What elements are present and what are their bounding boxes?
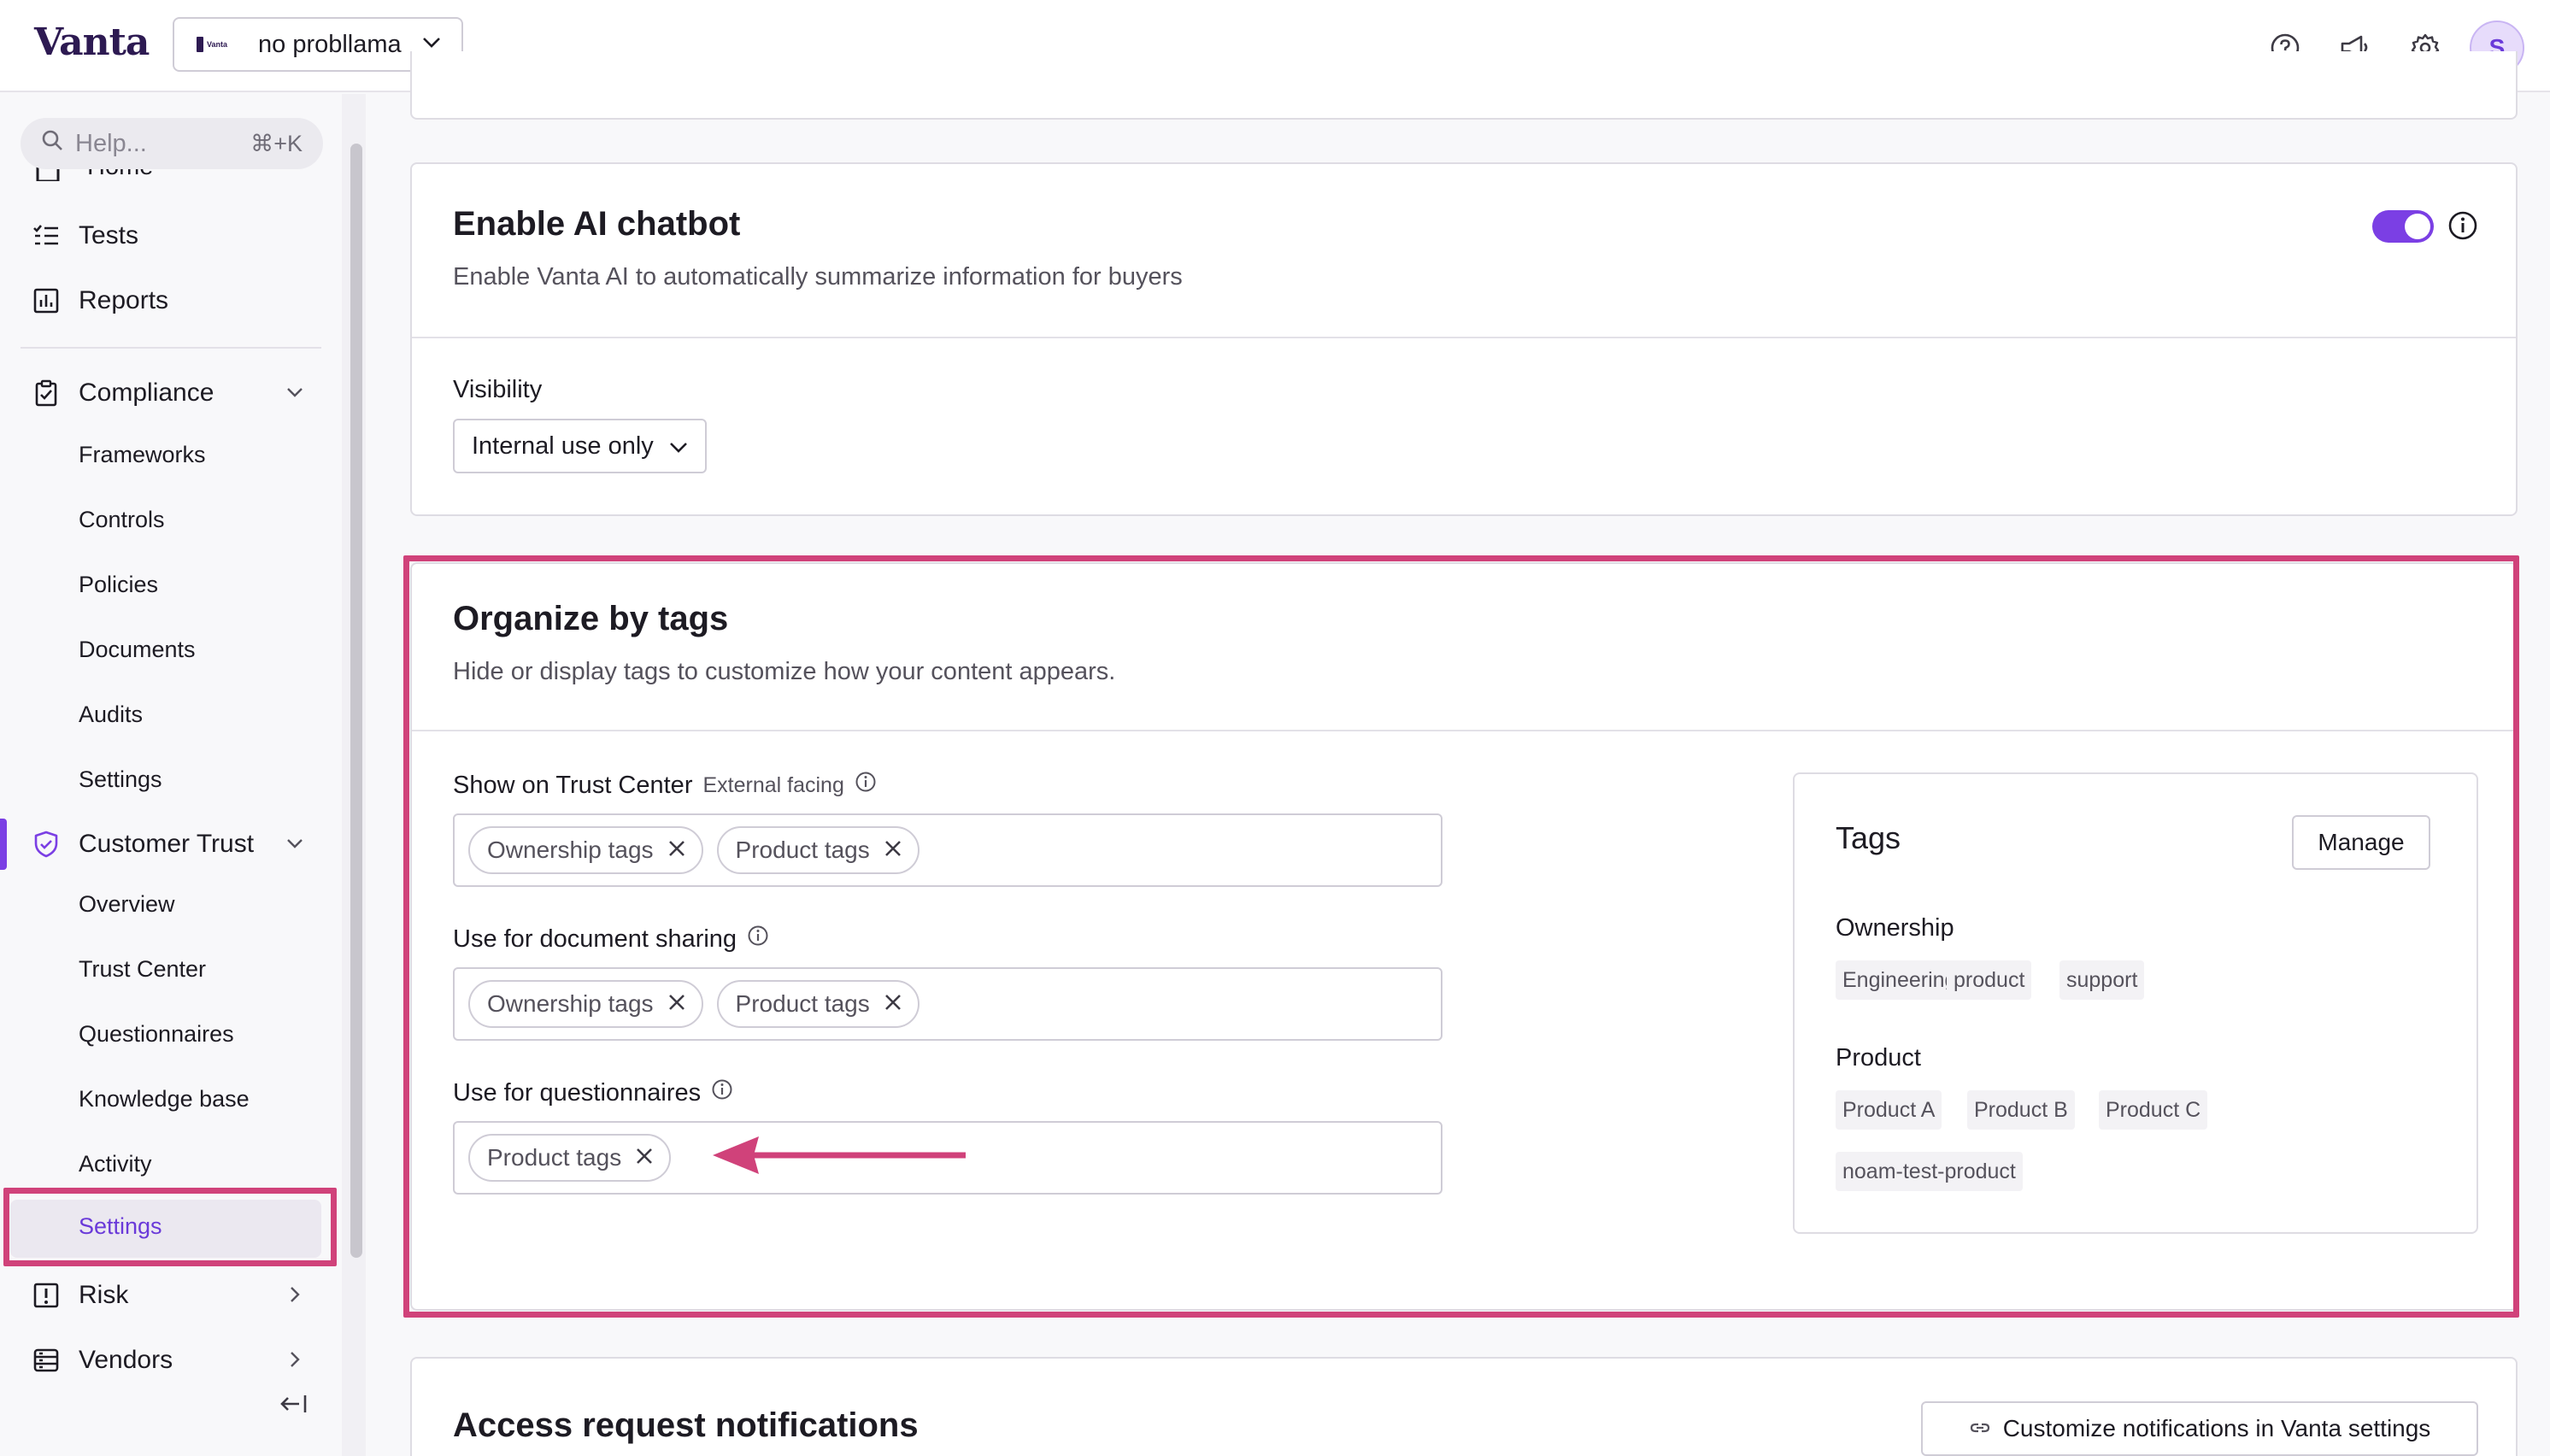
sidebar-item-controls[interactable]: Controls <box>0 494 342 545</box>
sidebar-item-activity[interactable]: Activity <box>0 1138 342 1189</box>
app-window: Vanta Vanta no probllama S Home Help... … <box>0 0 2550 1456</box>
sidebar-item-label: Documents <box>79 636 196 662</box>
help-search[interactable]: Help... ⌘+K <box>21 118 323 169</box>
report-chart-icon <box>32 287 60 314</box>
org-logo-text: Vanta <box>207 40 228 49</box>
ai-chatbot-subtitle: Enable Vanta AI to automatically summari… <box>453 263 1183 291</box>
org-logo: Vanta <box>197 34 244 55</box>
sidebar-item-overview[interactable]: Overview <box>0 878 342 930</box>
sidebar-item-label: Trust Center <box>79 955 207 982</box>
chevron-right-icon[interactable] <box>284 1348 306 1377</box>
sidebar-item-label: Reports <box>79 286 169 314</box>
chevron-right-icon[interactable] <box>284 1283 306 1312</box>
access-request-title: Access request notifications <box>453 1406 919 1444</box>
ai-chatbot-card: Enable AI chatbot Enable Vanta AI to aut… <box>410 162 2518 516</box>
org-name: no probllama <box>258 30 402 58</box>
visibility-label: Visibility <box>453 376 543 403</box>
sidebar-item-label: Audits <box>79 701 144 727</box>
sidebar-item-frameworks[interactable]: Frameworks <box>0 429 342 480</box>
card-divider <box>412 337 2516 338</box>
sidebar-item-documents[interactable]: Documents <box>0 624 342 675</box>
sidebar-item-label: Controls <box>79 506 165 532</box>
sidebar-item-compliance[interactable]: Compliance <box>0 367 342 419</box>
annotation-highlight-box <box>403 555 2519 1318</box>
annotation-highlight-box <box>3 1188 337 1266</box>
sidebar-scrollbar-thumb[interactable] <box>350 144 362 1258</box>
sidebar-item-audits[interactable]: Audits <box>0 689 342 740</box>
sidebar-item-compliance-settings[interactable]: Settings <box>0 754 342 805</box>
sidebar-item-trust-center[interactable]: Trust Center <box>0 943 342 995</box>
sidebar-item-label: Settings <box>79 766 162 792</box>
vanta-logo[interactable]: Vanta <box>34 21 150 64</box>
sidebar-item-questionnaires[interactable]: Questionnaires <box>0 1008 342 1060</box>
chevron-down-icon <box>669 432 688 461</box>
chevron-down-icon[interactable] <box>284 832 306 861</box>
previous-card <box>410 51 2518 120</box>
customize-notifications-button[interactable]: Customize notifications in Vanta setting… <box>1921 1401 2478 1456</box>
sidebar-item-label: Frameworks <box>79 441 206 467</box>
server-stack-icon <box>32 1347 60 1374</box>
sidebar-item-risk[interactable]: Risk <box>0 1270 342 1321</box>
link-icon <box>1969 1415 1991 1442</box>
access-request-card: Access request notifications Customize n… <box>410 1357 2518 1456</box>
sidebar-item-label: Questionnaires <box>79 1020 234 1047</box>
sidebar-item-tests[interactable]: Tests <box>0 210 342 261</box>
shield-check-icon <box>32 831 60 858</box>
sidebar: Home Help... ⌘+K Tests Reports Complianc… <box>0 94 342 1456</box>
sidebar-item-label: Customer Trust <box>79 830 255 858</box>
chevron-down-icon <box>422 37 441 53</box>
visibility-select[interactable]: Internal use only <box>453 419 707 473</box>
visibility-value: Internal use only <box>472 432 654 460</box>
sidebar-item-reports[interactable]: Reports <box>0 275 342 326</box>
checklist-icon <box>32 222 60 250</box>
sidebar-item-label: Policies <box>79 571 159 597</box>
sidebar-item-label: Overview <box>79 890 175 917</box>
sidebar-item-label: Compliance <box>79 379 214 407</box>
help-shortcut: ⌘+K <box>250 130 303 156</box>
search-icon <box>41 129 63 158</box>
collapse-sidebar-icon[interactable] <box>279 1391 309 1421</box>
sidebar-item-knowledge-base[interactable]: Knowledge base <box>0 1073 342 1124</box>
annotation-arrow-icon <box>709 1133 971 1182</box>
sidebar-item-vendors[interactable]: Vendors <box>0 1335 342 1386</box>
chevron-down-icon[interactable] <box>284 381 306 410</box>
clipboard-check-icon <box>32 379 60 407</box>
sidebar-item-label: Vendors <box>79 1346 173 1374</box>
ai-chatbot-toggle[interactable] <box>2372 210 2434 243</box>
info-icon[interactable] <box>2447 210 2478 245</box>
sidebar-item-customer-trust[interactable]: Customer Trust <box>0 819 342 870</box>
sidebar-item-label: Tests <box>79 221 139 250</box>
sidebar-item-label: Knowledge base <box>79 1085 250 1112</box>
ai-chatbot-title: Enable AI chatbot <box>453 205 741 243</box>
sidebar-divider <box>21 347 321 349</box>
help-placeholder: Help... <box>75 129 147 157</box>
sidebar-item-policies[interactable]: Policies <box>0 559 342 610</box>
sidebar-item-label: Activity <box>79 1150 152 1177</box>
alert-square-icon <box>32 1282 60 1309</box>
button-label: Customize notifications in Vanta setting… <box>2002 1415 2431 1441</box>
sidebar-item-label: Risk <box>79 1281 129 1309</box>
